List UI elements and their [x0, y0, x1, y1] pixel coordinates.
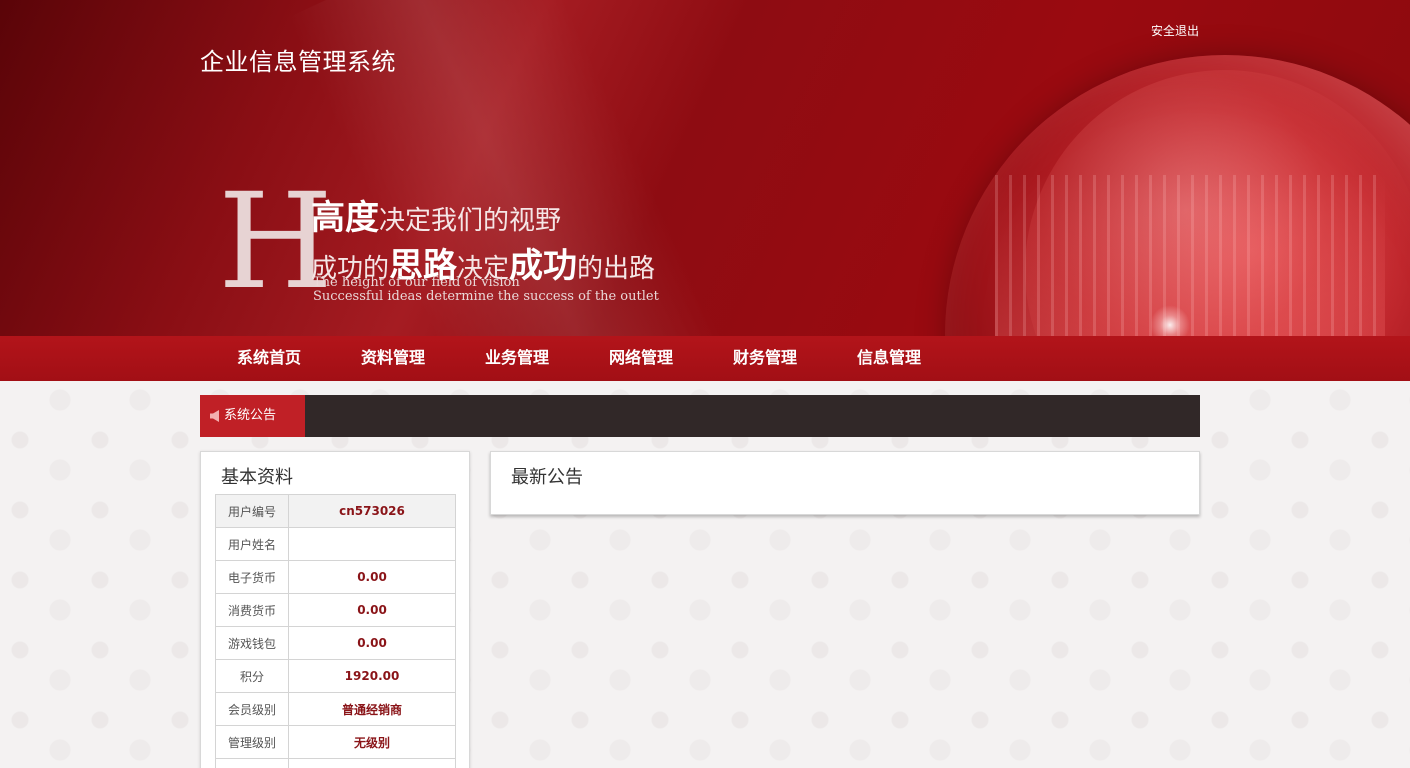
basic-info-table: 用户编号 cn573026 用户姓名 电子货币 0.00 消费货币 0.00 游…: [215, 494, 456, 768]
main-nav: 系统首页 资料管理 业务管理 网络管理 财务管理 信息管理: [0, 336, 1410, 381]
slogan-line-2-c: 的出路: [577, 254, 656, 284]
row-key: 消费货币: [215, 593, 289, 627]
nav-item-business[interactable]: 业务管理: [455, 336, 579, 381]
latest-notice-title: 最新公告: [511, 467, 583, 488]
row-key: 用户编号: [215, 494, 289, 528]
basic-info-title: 基本资料: [221, 467, 293, 488]
speaker-icon: [210, 410, 219, 422]
row-value: [288, 527, 456, 561]
nav-item-finance[interactable]: 财务管理: [703, 336, 827, 381]
site-title: 企业信息管理系统: [200, 48, 396, 76]
slogan-line-1-strong: 高度: [311, 198, 379, 238]
table-row: 游戏钱包 0.00: [215, 626, 456, 660]
row-key: 积分: [215, 659, 289, 693]
row-value: 无级别: [288, 725, 456, 759]
row-key: 游戏钱包: [215, 626, 289, 660]
table-row: 用户姓名: [215, 527, 456, 561]
city-skyline-graphic: [995, 175, 1385, 336]
basic-info-panel: 基本资料 用户编号 cn573026 用户姓名 电子货币 0.00 消费货币 0…: [200, 451, 470, 768]
banner-slogan: H 高度决定我们的视野 成功的思路决定成功的出路 The height of o…: [218, 176, 698, 312]
nav-item-network[interactable]: 网络管理: [579, 336, 703, 381]
nav-item-home[interactable]: 系统首页: [207, 336, 331, 381]
row-value: cn573026: [288, 494, 456, 528]
table-row: 积分 1920.00: [215, 659, 456, 693]
notice-tag: 系统公告: [200, 395, 305, 437]
nav-item-profile[interactable]: 资料管理: [331, 336, 455, 381]
latest-notice-panel: 最新公告: [490, 451, 1200, 515]
row-value: 0.00: [288, 626, 456, 660]
row-value: 1920.00: [288, 659, 456, 693]
table-row: 电子货币 0.00: [215, 560, 456, 594]
table-row: 消费货币 0.00: [215, 593, 456, 627]
row-value: 普通经销商: [288, 692, 456, 726]
row-key: [215, 758, 289, 768]
notice-bar: 系统公告: [200, 395, 1200, 437]
nav-item-info[interactable]: 信息管理: [827, 336, 951, 381]
row-key: 用户姓名: [215, 527, 289, 561]
slogan-english-1: The height of our field of vision: [313, 275, 520, 290]
slogan-line-1-rest: 决定我们的视野: [379, 206, 562, 236]
notice-label: 系统公告: [224, 408, 277, 423]
table-row: 用户编号 cn573026: [215, 494, 456, 528]
table-row: [215, 758, 456, 768]
row-value: 0.00: [288, 560, 456, 594]
slogan-line-1: 高度决定我们的视野: [311, 190, 561, 239]
header-banner: 企业信息管理系统 安全退出 H 高度决定我们的视野 成功的思路决定成功的出路 T…: [0, 0, 1410, 336]
slogan-english-2: Successful ideas determine the success o…: [313, 289, 659, 304]
table-row: 会员级别 普通经销商: [215, 692, 456, 726]
row-key: 管理级别: [215, 725, 289, 759]
row-key: 会员级别: [215, 692, 289, 726]
row-key: 电子货币: [215, 560, 289, 594]
row-value: 0.00: [288, 593, 456, 627]
row-value: [288, 758, 456, 768]
table-row: 管理级别 无级别: [215, 725, 456, 759]
logout-link[interactable]: 安全退出: [1151, 22, 1199, 39]
